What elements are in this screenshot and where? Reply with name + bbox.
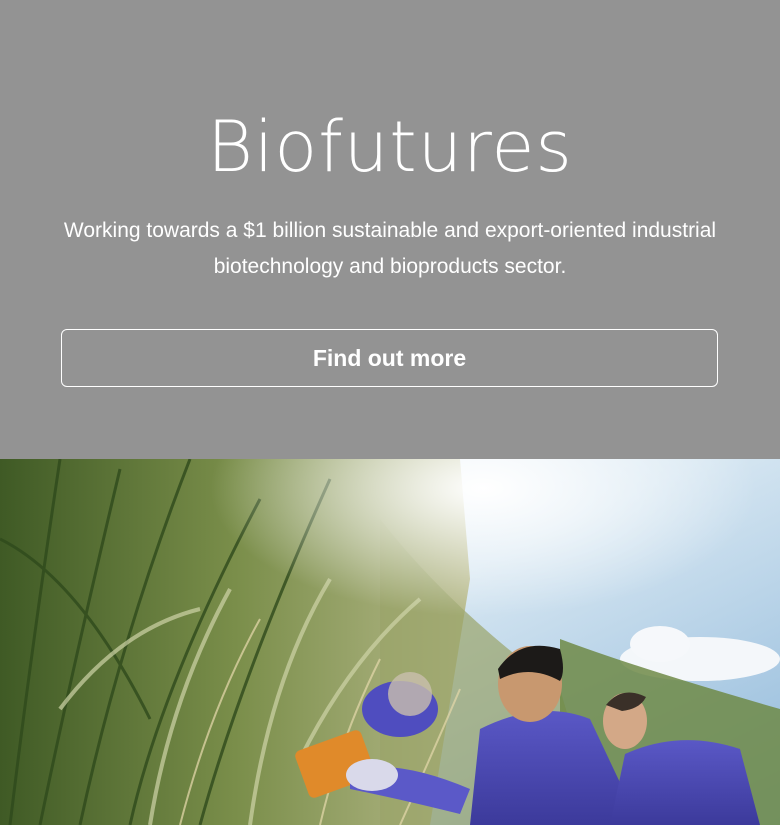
hero-description: Working towards a $1 billion sustainable… [63, 219, 717, 278]
sugarcane-field-photo [0, 459, 780, 825]
find-out-more-button[interactable]: Find out more [61, 329, 718, 387]
page-title: Biofutures [207, 105, 573, 188]
hero-banner: Biofutures Working towards a $1 billion … [0, 0, 780, 459]
